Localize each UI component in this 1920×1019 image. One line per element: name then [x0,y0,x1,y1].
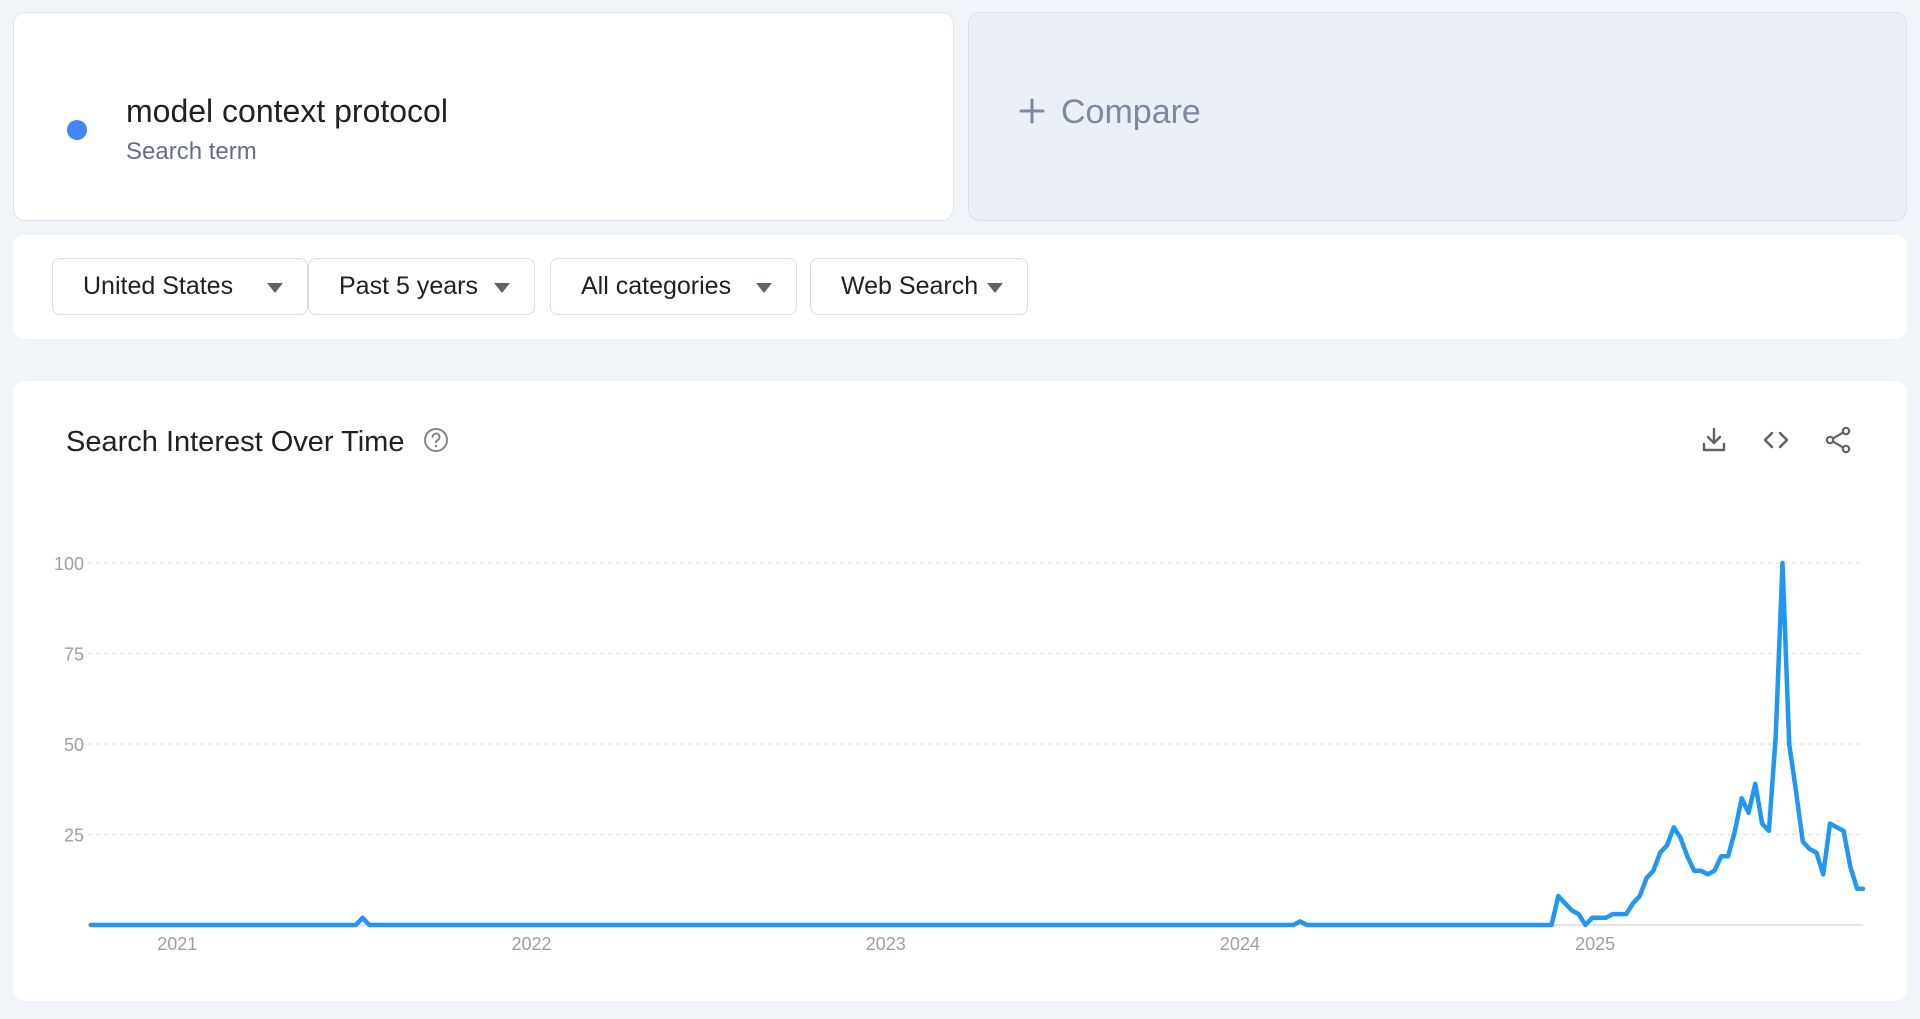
region-filter-dropdown[interactable]: United States [52,258,308,315]
download-icon[interactable] [1699,425,1729,455]
time-range-filter-dropdown[interactable]: Past 5 years [308,258,535,315]
x-tick-label: 2025 [1575,934,1615,954]
x-tick-label: 2022 [511,934,551,954]
search-type-filter-dropdown[interactable]: Web Search [810,258,1028,315]
x-tick-label: 2021 [157,934,197,954]
caret-down-icon [494,283,510,293]
y-tick-label: 25 [64,826,84,846]
embed-code-icon[interactable] [1761,425,1791,455]
compare-label: Compare [1061,93,1201,131]
search-term-title: model context protocol [126,93,448,129]
caret-down-icon [756,283,772,293]
category-filter-label: All categories [581,272,732,300]
compare-button[interactable]: Compare [968,12,1907,221]
series-line [88,560,1866,928]
chart-title: Search Interest Over Time [66,426,405,458]
help-circle-icon[interactable] [422,426,450,454]
y-tick-label: 50 [64,735,84,755]
line-chart: 25 50 75 100 2021 2022 2023 2024 2025 [54,554,1866,954]
search-type-filter-label: Web Search [841,272,979,300]
series-color-dot [67,120,87,140]
time-range-filter-label: Past 5 years [339,272,478,300]
y-tick-label: 100 [54,554,84,574]
x-tick-label: 2023 [866,934,906,954]
share-icon[interactable] [1823,425,1853,455]
caret-down-icon [987,283,1003,293]
y-tick-label: 75 [64,645,84,665]
search-term-subtitle: Search term [126,138,257,165]
region-filter-label: United States [83,272,234,300]
x-tick-label: 2024 [1220,934,1260,954]
category-filter-dropdown[interactable]: All categories [550,258,797,315]
caret-down-icon [267,283,283,293]
filters-bar: United States Past 5 years All categorie… [13,235,1907,339]
search-term-card[interactable]: model context protocol Search term [13,12,954,221]
interest-over-time-card: Search Interest Over Time 25 50 75 100 2021… [13,381,1907,1001]
plus-icon [1019,98,1045,124]
